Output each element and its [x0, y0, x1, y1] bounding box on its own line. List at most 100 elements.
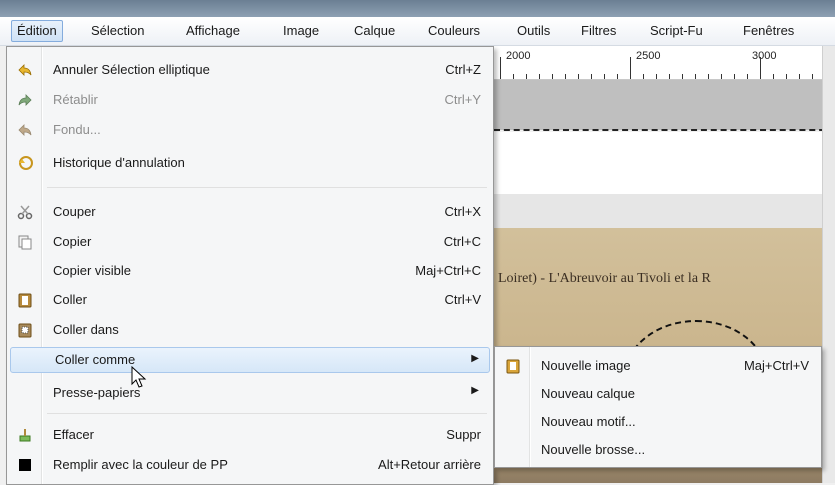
- submenu-item-new-brush[interactable]: Nouvelle brosse...: [497, 437, 817, 463]
- ruler-tick: [669, 74, 670, 79]
- ruler-tick: [721, 74, 722, 79]
- ruler-tick: [747, 74, 748, 79]
- menu-image[interactable]: Image: [278, 21, 324, 41]
- menu-affichage[interactable]: Affichage: [181, 21, 245, 41]
- menu-script-fu[interactable]: Script-Fu: [645, 21, 708, 41]
- photo-caption: Loiret) - L'Abreuvoir au Tivoli et la R: [498, 271, 711, 286]
- ruler-tick: [734, 74, 735, 79]
- layer-boundary: [494, 129, 835, 131]
- menu-item-label: Copier: [53, 234, 92, 249]
- menu-item-fill-fg[interactable]: Remplir avec la couleur de PP Alt+Retour…: [9, 452, 489, 478]
- menu-separator: [47, 187, 487, 188]
- menu-item-cut[interactable]: Couper Ctrl+X: [9, 199, 489, 225]
- submenu-item-new-pattern[interactable]: Nouveau motif...: [497, 409, 817, 435]
- menu-item-label: Nouveau motif...: [541, 414, 636, 429]
- undo-history-icon: [17, 155, 33, 171]
- submenu-arrow-icon: ▶: [471, 353, 479, 364]
- ruler-tick: [578, 74, 579, 79]
- menu-item-accel: Ctrl+C: [443, 234, 481, 249]
- horizontal-ruler: 2000 2500 3000: [494, 46, 835, 80]
- undo-icon: [17, 62, 33, 78]
- ruler-tick: [539, 74, 540, 79]
- menu-item-label: Nouvelle image: [541, 358, 631, 373]
- menu-item-label: Historique d'annulation: [53, 155, 185, 170]
- new-image-icon: [505, 358, 521, 374]
- ruler-tick: [513, 74, 514, 79]
- menu-item-paste-into[interactable]: Coller dans: [9, 317, 489, 343]
- ruler-tick: [591, 74, 592, 79]
- menu-item-label: Remplir avec la couleur de PP: [53, 457, 228, 472]
- menu-fenetres[interactable]: Fenêtres: [738, 21, 799, 41]
- ruler-tick: [604, 74, 605, 79]
- menu-item-label: Presse-papiers: [53, 385, 141, 400]
- ruler-tick: [799, 74, 800, 79]
- menu-item-redo[interactable]: Rétablir Ctrl+Y: [9, 87, 489, 113]
- menu-item-label: Couper: [53, 204, 96, 219]
- menu-item-accel: Alt+Retour arrière: [378, 457, 481, 472]
- menu-item-accel: Ctrl+Y: [444, 92, 481, 107]
- ruler-tick: [786, 74, 787, 79]
- mouse-cursor-icon: [131, 366, 147, 388]
- ruler-tick: [526, 74, 527, 79]
- canvas-area[interactable]: [494, 132, 835, 194]
- menu-calque[interactable]: Calque: [349, 21, 400, 41]
- paste-as-submenu: Nouvelle image Maj+Ctrl+V Nouveau calque…: [494, 346, 822, 468]
- ruler-tick: [682, 74, 683, 79]
- submenu-item-new-layer[interactable]: Nouveau calque: [497, 381, 817, 407]
- ruler-label: 2500: [636, 50, 661, 62]
- menu-item-accel: Maj+Ctrl+C: [415, 263, 481, 278]
- submenu-arrow-icon: ▶: [471, 385, 479, 396]
- menu-item-label: Coller comme: [55, 352, 136, 367]
- menu-outils[interactable]: Outils: [512, 21, 555, 41]
- ruler-tick: [630, 57, 631, 79]
- menu-item-accel: Ctrl+Z: [445, 62, 481, 77]
- menu-item-label: Effacer: [53, 427, 94, 442]
- ruler-tick: [565, 74, 566, 79]
- edit-menu: Annuler Sélection elliptique Ctrl+Z Réta…: [6, 46, 494, 485]
- menu-item-label: Coller dans: [53, 322, 119, 337]
- scissors-icon: [17, 204, 33, 220]
- redo-icon: [17, 92, 33, 108]
- paste-icon: [17, 292, 33, 308]
- ruler-tick: [617, 74, 618, 79]
- menu-item-undo-history[interactable]: Historique d'annulation: [9, 150, 489, 176]
- fill-fg-icon: [17, 457, 33, 473]
- ruler-tick: [500, 57, 501, 79]
- menu-item-accel: Suppr: [446, 427, 481, 442]
- menu-bar: Édition Sélection Affichage Image Calque…: [0, 17, 835, 46]
- copy-icon: [17, 234, 33, 250]
- menu-separator: [47, 413, 487, 414]
- vertical-scrollbar[interactable]: [822, 46, 835, 483]
- submenu-item-new-image[interactable]: Nouvelle image Maj+Ctrl+V: [497, 353, 817, 379]
- ruler-tick: [552, 74, 553, 79]
- window-title-strip: [0, 0, 835, 17]
- clear-icon: [17, 427, 33, 443]
- menu-item-label: Copier visible: [53, 263, 132, 278]
- menu-item-copy-visible[interactable]: Copier visible Maj+Ctrl+C: [9, 258, 489, 284]
- ruler-label: 2000: [506, 50, 531, 62]
- menu-item-label: Annuler Sélection elliptique: [53, 62, 210, 77]
- ruler-tick: [773, 74, 774, 79]
- canvas-padding: [494, 80, 835, 130]
- menu-item-clipboard[interactable]: Presse-papiers ▶: [9, 380, 489, 406]
- ruler-tick: [760, 57, 761, 79]
- menu-item-accel: Ctrl+V: [444, 292, 481, 307]
- menu-edition[interactable]: Édition: [11, 20, 63, 42]
- menu-filtres[interactable]: Filtres: [576, 21, 621, 41]
- menu-selection[interactable]: Sélection: [86, 21, 149, 41]
- menu-couleurs[interactable]: Couleurs: [423, 21, 485, 41]
- menu-item-clear[interactable]: Effacer Suppr: [9, 422, 489, 448]
- canvas-gap: [494, 194, 835, 228]
- menu-item-label: Rétablir: [53, 92, 98, 107]
- fade-icon: [17, 122, 33, 138]
- ruler-label: 3000: [752, 50, 777, 62]
- menu-item-fade[interactable]: Fondu...: [9, 117, 489, 143]
- menu-item-undo[interactable]: Annuler Sélection elliptique Ctrl+Z: [9, 57, 489, 83]
- menu-item-paste-as[interactable]: Coller comme ▶: [10, 347, 490, 373]
- ruler-tick: [708, 74, 709, 79]
- menu-item-accel: Maj+Ctrl+V: [743, 358, 809, 373]
- menu-item-copy[interactable]: Copier Ctrl+C: [9, 229, 489, 255]
- paste-into-icon: [17, 322, 33, 338]
- menu-item-label: Fondu...: [53, 122, 101, 137]
- menu-item-paste[interactable]: Coller Ctrl+V: [9, 287, 489, 313]
